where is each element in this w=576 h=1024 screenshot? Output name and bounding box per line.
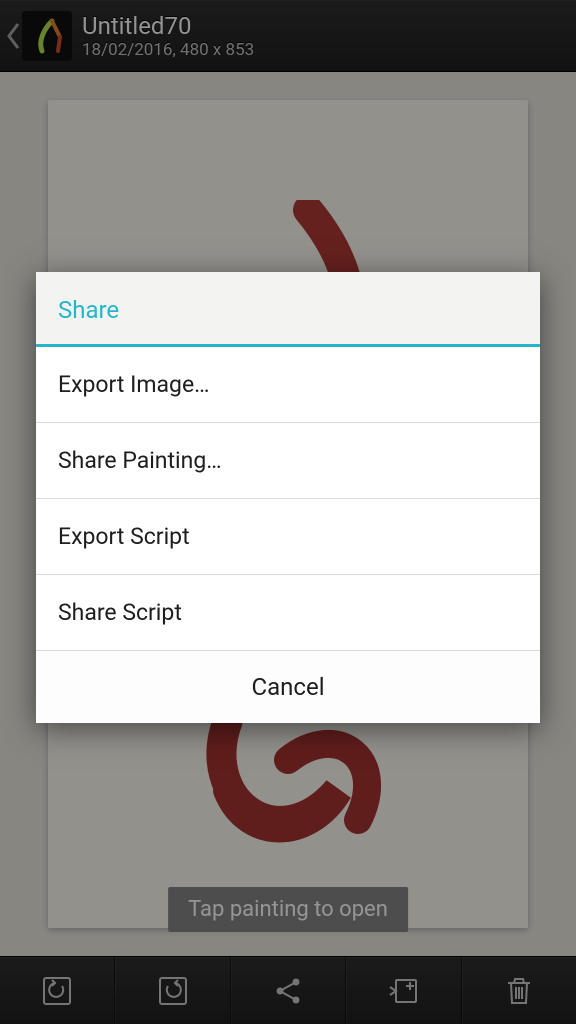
option-share-painting[interactable]: Share Painting… (36, 423, 540, 499)
option-share-script[interactable]: Share Script (36, 575, 540, 651)
cancel-button[interactable]: Cancel (36, 651, 540, 723)
option-export-script[interactable]: Export Script (36, 499, 540, 575)
dialog-title: Share (36, 272, 540, 347)
option-export-image[interactable]: Export Image… (36, 347, 540, 423)
share-dialog: Share Export Image… Share Painting… Expo… (36, 272, 540, 723)
